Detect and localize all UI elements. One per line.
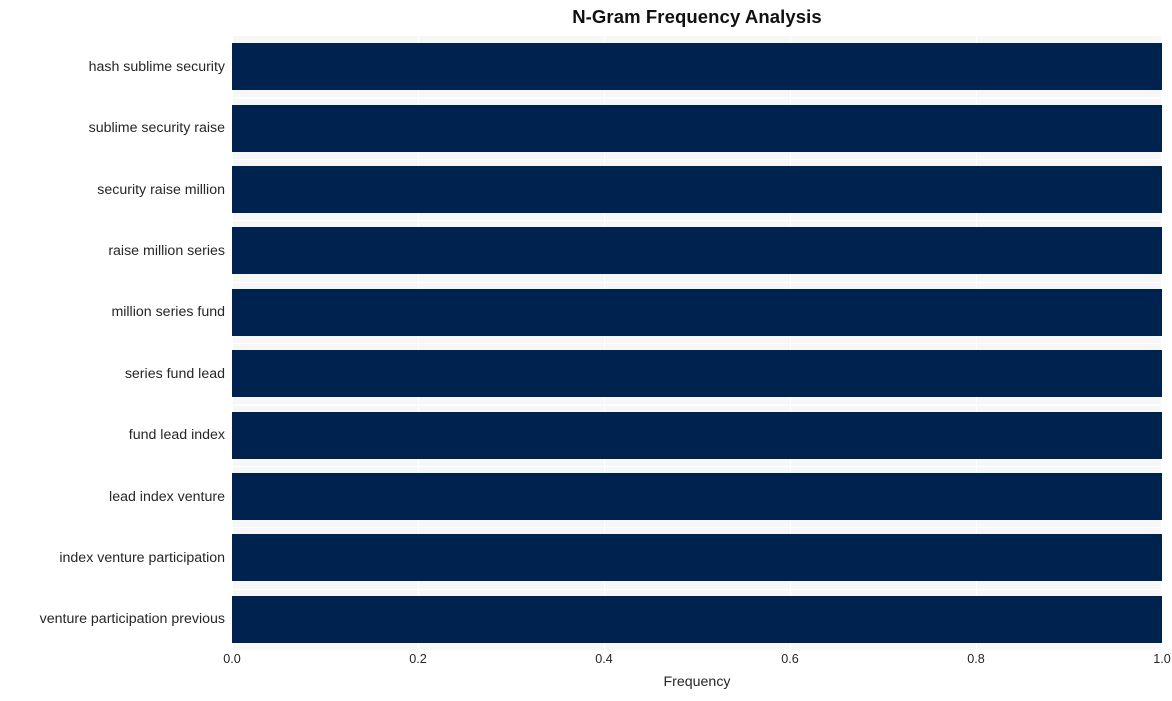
x-axis-tick-labels: 0.0 0.2 0.4 0.6 0.8 1.0 [223, 652, 1171, 674]
y-axis-tick-label: series fund lead [124, 365, 225, 382]
bar [232, 595, 1162, 643]
y-axis-tick-label: sublime security raise [88, 120, 225, 137]
y-axis-tick-label: million series fund [111, 304, 225, 321]
x-axis-tick-label: 0.4 [595, 652, 613, 666]
bar-series [232, 36, 1162, 650]
y-axis-tick-labels: hash sublime security sublime security ra… [0, 36, 225, 650]
x-axis-tick-label: 0.0 [223, 652, 241, 666]
y-axis-tick-label: index venture participation [59, 549, 225, 566]
bar [232, 534, 1162, 582]
y-axis-tick-label: security raise million [97, 181, 225, 198]
y-axis-tick-label: lead index venture [109, 488, 225, 505]
page-title: N-Gram Frequency Analysis [572, 6, 822, 27]
y-axis-tick-label: fund lead index [128, 427, 225, 444]
plot-area [232, 36, 1162, 650]
y-axis-tick-label: hash sublime security [88, 58, 225, 75]
bar [232, 227, 1162, 275]
bar [232, 411, 1162, 459]
bar [232, 288, 1162, 336]
x-axis-tick-label: 1.0 [1153, 652, 1171, 666]
bar [232, 104, 1162, 152]
bar [232, 473, 1162, 520]
bar [232, 350, 1162, 398]
chart-figure: N-Gram Frequency Analysis hash sublime s… [0, 0, 1172, 701]
bar [232, 43, 1162, 91]
bar [232, 166, 1162, 213]
y-axis-tick-label: venture participation previous [39, 611, 225, 628]
x-axis-tick-label: 0.6 [781, 652, 799, 666]
y-axis-tick-label: raise million series [108, 242, 225, 259]
x-axis-tick-label: 0.2 [409, 652, 427, 666]
x-axis-tick-label: 0.8 [967, 652, 985, 666]
x-axis-label: Frequency [663, 674, 731, 690]
